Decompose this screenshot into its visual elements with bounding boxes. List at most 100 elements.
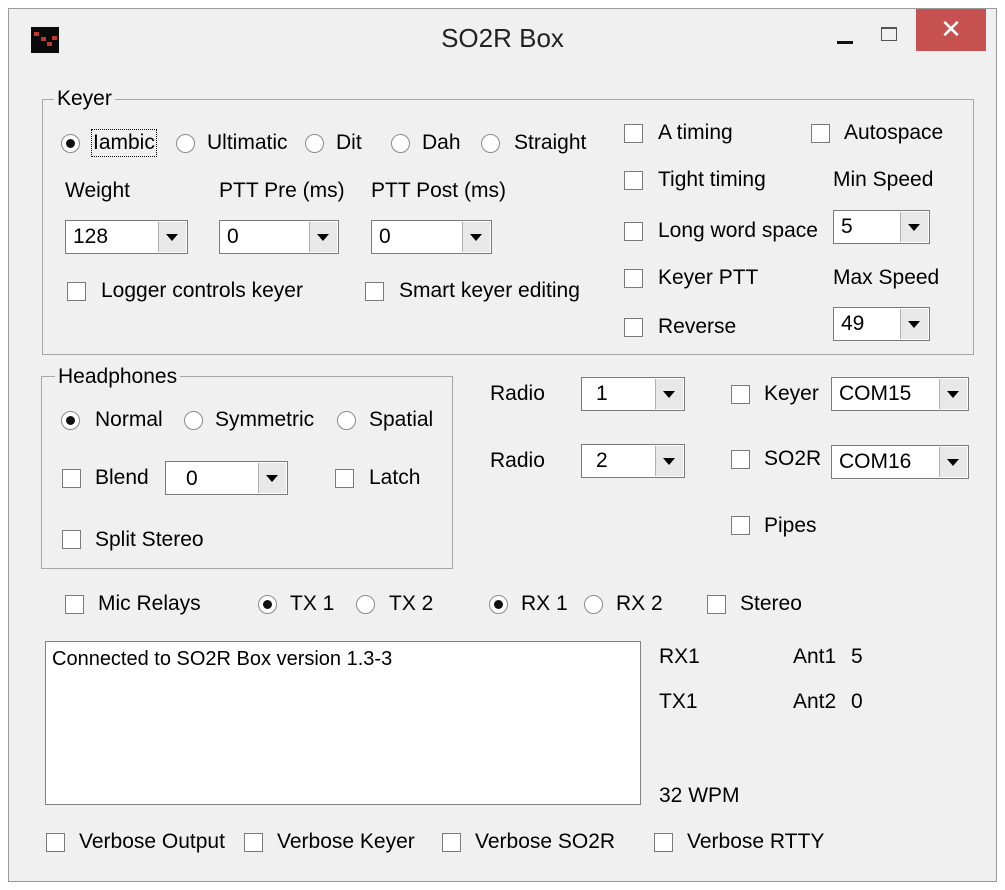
min-speed-label: Min Speed	[833, 168, 934, 191]
dit-radio[interactable]	[305, 134, 324, 153]
spatial-label[interactable]: Spatial	[369, 408, 433, 432]
rx2-label[interactable]: RX 2	[616, 592, 663, 616]
logger-controls-keyer-checkbox[interactable]	[67, 282, 86, 301]
tight-timing-label[interactable]: Tight timing	[658, 168, 766, 192]
autospace-checkbox[interactable]	[811, 124, 830, 143]
status-log-text: Connected to SO2R Box version 1.3-3	[52, 648, 393, 670]
ultimatic-radio[interactable]	[176, 134, 195, 153]
tx2-label[interactable]: TX 2	[389, 592, 433, 616]
radio-2-dropdown[interactable]: 2	[581, 444, 685, 478]
symmetric-label[interactable]: Symmetric	[215, 408, 314, 432]
normal-radio[interactable]	[61, 411, 80, 430]
radio-1-label: Radio	[490, 382, 545, 405]
dit-label[interactable]: Dit	[336, 131, 362, 155]
a-timing-checkbox[interactable]	[624, 124, 643, 143]
chevron-down-icon[interactable]	[900, 309, 928, 339]
chevron-down-icon[interactable]	[655, 379, 683, 409]
chevron-down-icon[interactable]	[900, 212, 928, 242]
verbose-output-checkbox[interactable]	[46, 833, 65, 852]
pipes-label[interactable]: Pipes	[764, 514, 817, 538]
keyer-port-checkbox[interactable]	[731, 385, 750, 404]
keyer-ptt-label[interactable]: Keyer PTT	[658, 266, 758, 290]
a-timing-label[interactable]: A timing	[658, 121, 733, 145]
chevron-down-icon[interactable]	[939, 379, 967, 409]
maximize-button[interactable]	[869, 17, 909, 51]
so2r-port-label[interactable]: SO2R	[764, 447, 821, 471]
radio-2-value: 2	[596, 449, 608, 472]
logger-controls-keyer-label[interactable]: Logger controls keyer	[101, 279, 303, 303]
ptt-pre-value: 0	[227, 225, 239, 248]
smart-keyer-editing-label[interactable]: Smart keyer editing	[399, 279, 580, 303]
chevron-down-icon[interactable]	[939, 447, 967, 477]
symmetric-radio[interactable]	[184, 411, 203, 430]
ultimatic-label[interactable]: Ultimatic	[207, 131, 288, 155]
stereo-label[interactable]: Stereo	[740, 592, 802, 616]
verbose-keyer-checkbox[interactable]	[244, 833, 263, 852]
split-stereo-checkbox[interactable]	[62, 530, 81, 549]
min-speed-dropdown[interactable]: 5	[833, 210, 930, 244]
spatial-radio[interactable]	[337, 411, 356, 430]
rx-status: RX1	[659, 645, 700, 668]
mic-relays-checkbox[interactable]	[65, 595, 84, 614]
keyer-ptt-checkbox[interactable]	[624, 269, 643, 288]
chevron-down-icon[interactable]	[655, 446, 683, 476]
radio-1-dropdown[interactable]: 1	[581, 377, 685, 411]
status-log-textarea[interactable]: Connected to SO2R Box version 1.3-3	[45, 641, 641, 805]
mic-relays-label[interactable]: Mic Relays	[98, 592, 201, 616]
chevron-down-icon[interactable]	[462, 222, 490, 252]
keyer-com-port-value: COM15	[839, 382, 912, 405]
reverse-label[interactable]: Reverse	[658, 315, 736, 339]
ant2-label: Ant2	[793, 690, 837, 713]
long-word-space-checkbox[interactable]	[624, 222, 643, 241]
tx1-radio[interactable]	[258, 595, 277, 614]
reverse-checkbox[interactable]	[624, 318, 643, 337]
so2r-com-port-dropdown[interactable]: COM16	[831, 445, 969, 479]
tight-timing-checkbox[interactable]	[624, 171, 643, 190]
ptt-post-label: PTT Post (ms)	[371, 179, 506, 202]
iambic-radio[interactable]	[61, 134, 80, 153]
minimize-button[interactable]	[831, 17, 861, 51]
rx1-radio[interactable]	[489, 595, 508, 614]
verbose-output-label[interactable]: Verbose Output	[79, 830, 225, 854]
rx1-label[interactable]: RX 1	[521, 592, 568, 616]
so2r-port-checkbox[interactable]	[731, 450, 750, 469]
chevron-down-icon[interactable]	[309, 222, 337, 252]
dah-label[interactable]: Dah	[422, 131, 461, 155]
straight-label[interactable]: Straight	[514, 131, 586, 155]
blend-label[interactable]: Blend	[95, 466, 149, 490]
long-word-space-label[interactable]: Long word space	[658, 219, 820, 243]
latch-label[interactable]: Latch	[369, 466, 420, 490]
tx1-label[interactable]: TX 1	[290, 592, 334, 616]
verbose-rtty-checkbox[interactable]	[654, 833, 673, 852]
verbose-so2r-label[interactable]: Verbose SO2R	[475, 830, 615, 854]
wpm-status: 32 WPM	[659, 784, 740, 807]
chevron-down-icon[interactable]	[258, 463, 286, 493]
ptt-post-dropdown[interactable]: 0	[371, 220, 492, 254]
verbose-rtty-label[interactable]: Verbose RTTY	[687, 830, 824, 854]
pipes-checkbox[interactable]	[731, 516, 750, 535]
blend-dropdown[interactable]: 0	[165, 461, 288, 495]
tx2-radio[interactable]	[356, 595, 375, 614]
normal-label[interactable]: Normal	[95, 408, 163, 432]
verbose-keyer-label[interactable]: Verbose Keyer	[277, 830, 415, 854]
dah-radio[interactable]	[391, 134, 410, 153]
rx2-radio[interactable]	[584, 595, 603, 614]
straight-radio[interactable]	[481, 134, 500, 153]
close-button[interactable]: ✕	[916, 9, 986, 51]
iambic-label[interactable]: Iambic	[91, 129, 157, 157]
ant1-value: 5	[851, 645, 863, 668]
max-speed-dropdown[interactable]: 49	[833, 307, 930, 341]
stereo-checkbox[interactable]	[707, 595, 726, 614]
ptt-pre-dropdown[interactable]: 0	[219, 220, 339, 254]
weight-dropdown[interactable]: 128	[65, 220, 188, 254]
title-bar[interactable]: SO2R Box ✕	[9, 9, 996, 71]
chevron-down-icon[interactable]	[158, 222, 186, 252]
verbose-so2r-checkbox[interactable]	[442, 833, 461, 852]
latch-checkbox[interactable]	[335, 469, 354, 488]
keyer-port-label[interactable]: Keyer	[764, 382, 819, 406]
smart-keyer-editing-checkbox[interactable]	[365, 282, 384, 301]
split-stereo-label[interactable]: Split Stereo	[95, 528, 204, 552]
keyer-com-port-dropdown[interactable]: COM15	[831, 377, 969, 411]
blend-checkbox[interactable]	[62, 469, 81, 488]
autospace-label[interactable]: Autospace	[844, 121, 943, 145]
